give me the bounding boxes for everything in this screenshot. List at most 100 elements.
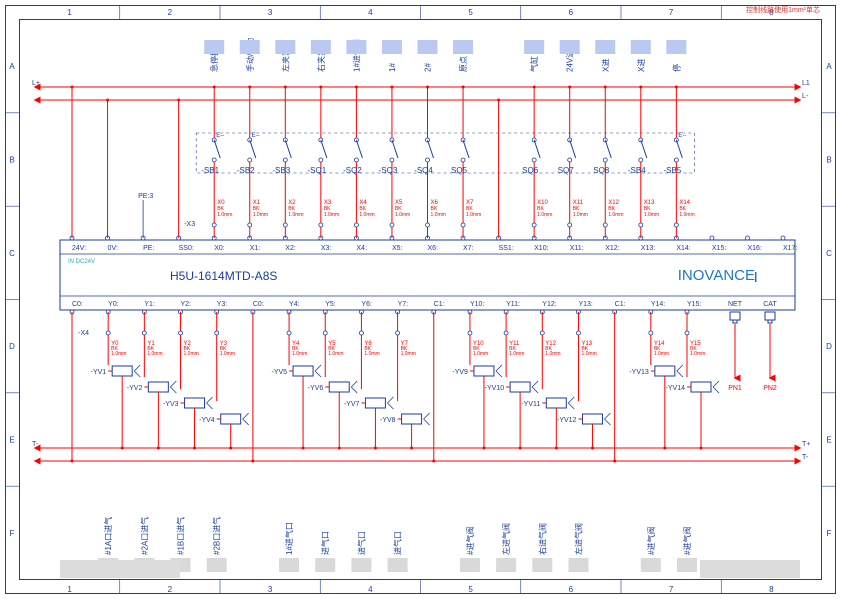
term-tag: -X4 xyxy=(78,330,89,337)
valve-desc: 进气口 xyxy=(393,531,403,555)
valve-desc: #2A口进气 xyxy=(139,517,149,555)
plc-port-net: NET xyxy=(728,301,743,308)
switch-ref: SQ6 xyxy=(522,166,539,175)
solenoid-valve xyxy=(112,366,132,376)
rail-label: T- xyxy=(32,441,39,448)
plc-port-bot: Y3: xyxy=(217,301,228,308)
plc-port-top: X17: xyxy=(783,245,797,252)
switch-estop: E-- xyxy=(252,133,260,139)
label: 1.0mm xyxy=(292,351,307,357)
grid-row: E xyxy=(826,436,831,445)
label: 1.0mm xyxy=(359,212,374,218)
valve-ref: -YV2 xyxy=(127,385,143,392)
rj45-icon xyxy=(765,312,775,320)
valve-ref: -YV5 xyxy=(271,369,287,376)
rj45-icon xyxy=(730,312,740,320)
pn-label: PN2 xyxy=(763,385,777,392)
grid-col: 7 xyxy=(669,8,674,17)
grid-col: 4 xyxy=(368,585,373,594)
rail-label: L+ xyxy=(32,80,40,87)
switch-ref: -SQ1 xyxy=(308,166,327,175)
grid-row: B xyxy=(9,156,14,165)
solenoid-valve xyxy=(582,414,602,424)
label-blur xyxy=(568,558,588,572)
grid-row: F xyxy=(10,529,15,538)
label-blur xyxy=(496,558,516,572)
pn-label: PN1 xyxy=(728,385,742,392)
plc-port-bot: Y15: xyxy=(687,301,701,308)
valve-ref: -YV14 xyxy=(666,385,686,392)
label-blur xyxy=(311,40,331,54)
label-blur xyxy=(382,40,402,54)
switch-contact xyxy=(641,140,647,158)
plc-port-top: X16: xyxy=(747,245,761,252)
label: 1.0mm xyxy=(654,351,669,357)
plc-port-bot: Y0: xyxy=(108,301,119,308)
grid-col: 3 xyxy=(268,8,273,17)
rail-label: T+ xyxy=(802,441,810,448)
solenoid-valve xyxy=(474,366,494,376)
valve-desc: 进气口 xyxy=(320,531,330,555)
solenoid-valve xyxy=(293,366,313,376)
switch-ref: -SB5 xyxy=(663,166,681,175)
switch-ref: SQ8 xyxy=(593,166,610,175)
solenoid-valve xyxy=(691,382,711,392)
label-blur xyxy=(275,40,295,54)
plc-port-bot: C1: xyxy=(434,301,445,308)
switch-contact xyxy=(392,140,398,158)
solenoid-valve xyxy=(329,382,349,392)
label-blur xyxy=(532,558,552,572)
switch-ref: -SB4 xyxy=(628,166,646,175)
label: 1.0mm xyxy=(431,212,446,218)
grid-col: 2 xyxy=(168,585,173,594)
plc-port-bot: Y6: xyxy=(361,301,372,308)
valve-ref: -YV11 xyxy=(521,401,540,408)
valve-desc: #1A口进气 xyxy=(103,517,113,555)
switch-contact xyxy=(463,140,469,158)
grid-col: 2 xyxy=(168,8,173,17)
switch-desc: X进 xyxy=(637,59,646,72)
plc-port-bot: Y1: xyxy=(144,301,155,308)
plc-power-note: IN DC24V xyxy=(68,259,95,265)
switch-contact xyxy=(214,140,220,158)
plc-port-bot: C0: xyxy=(72,301,83,308)
grid-col: 7 xyxy=(669,585,674,594)
switch-group-box xyxy=(196,133,694,173)
switch-ref: -SQ2 xyxy=(343,166,362,175)
label-blur xyxy=(351,558,371,572)
plc-port-top: X13: xyxy=(641,245,655,252)
rail-label: L- xyxy=(802,93,809,100)
switch-ref: SQ5 xyxy=(451,166,468,175)
label-blur xyxy=(631,40,651,54)
label: 1.0mm xyxy=(473,351,488,357)
rail-label: L1 xyxy=(802,80,810,87)
grid-row: F xyxy=(827,529,832,538)
label: 1.0mm xyxy=(401,351,416,357)
label-blur xyxy=(524,40,544,54)
label-blur xyxy=(346,40,366,54)
label: 1.0mm xyxy=(220,351,235,357)
solenoid-valve xyxy=(510,382,530,392)
plc-port-top: X12: xyxy=(605,245,619,252)
solenoid-valve xyxy=(546,398,566,408)
label: 1.0mm xyxy=(184,351,199,357)
label-blur xyxy=(560,40,580,54)
solenoid-valve xyxy=(655,366,675,376)
valve-ref: -YV10 xyxy=(485,385,505,392)
solenoid-valve xyxy=(221,414,241,424)
plc-port-top: X3: xyxy=(321,245,332,252)
term-tag: -X3 xyxy=(184,221,195,228)
plc-port-top: X11: xyxy=(570,245,584,252)
plc-port-top: PE: xyxy=(143,245,154,252)
plc-port-top: X10: xyxy=(534,245,548,252)
plc-port-top: SS0: xyxy=(179,245,194,252)
label: 1.0mm xyxy=(581,351,596,357)
grid-col: 6 xyxy=(569,585,574,594)
grid-col: 3 xyxy=(268,585,273,594)
plc-port-top: X2: xyxy=(285,245,296,252)
valve-desc: #2B口进气 xyxy=(212,517,222,555)
plc-port-top: X4: xyxy=(356,245,367,252)
solenoid-valve xyxy=(185,398,205,408)
switch-ref: -SB2 xyxy=(237,166,255,175)
label: 1.0mm xyxy=(288,212,303,218)
